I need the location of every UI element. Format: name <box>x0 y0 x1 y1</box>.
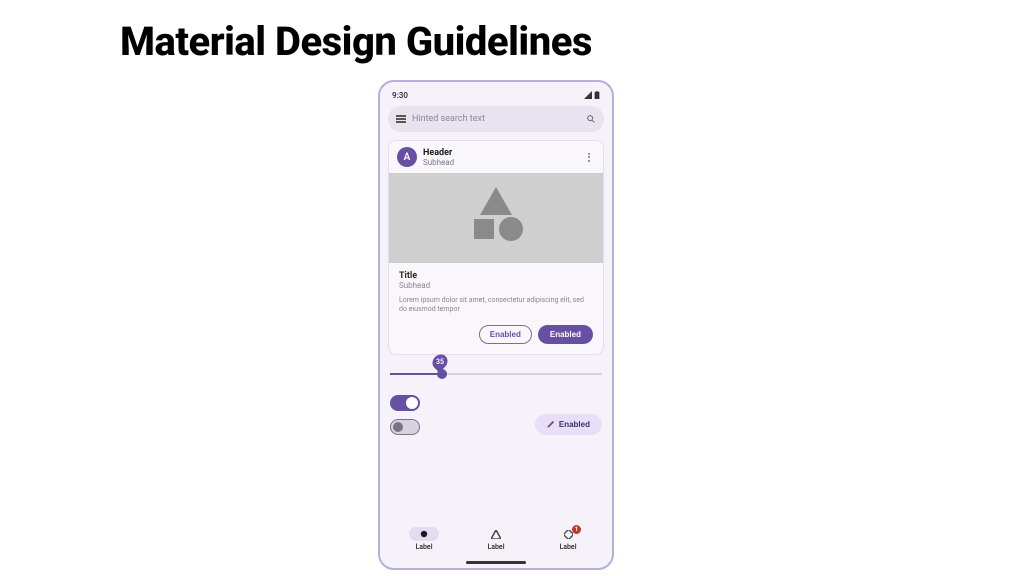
switch-group <box>390 395 420 435</box>
square-icon <box>474 219 494 239</box>
switch-on[interactable] <box>390 395 420 411</box>
card-description: Lorem ipsum dolor sit amet, consectetur … <box>399 296 593 315</box>
triangle-outline-icon <box>491 530 501 539</box>
nav-label: Label <box>487 543 504 551</box>
status-time: 9:30 <box>392 91 408 100</box>
slider-area: 35 <box>388 367 604 381</box>
switch-off[interactable] <box>390 419 420 435</box>
slider-thumb[interactable] <box>437 369 447 379</box>
more-vert-icon[interactable] <box>583 153 595 162</box>
circle-filled-icon <box>420 530 428 538</box>
page-title: Material Design Guidelines <box>120 18 592 65</box>
bottom-nav: Label Label 1 Label <box>388 519 604 559</box>
card-actions: Enabled Enabled <box>399 325 593 344</box>
card-header: A Header Subhead <box>389 141 603 173</box>
card-body: Title Subhead Lorem ipsum dolor sit amet… <box>389 263 603 354</box>
card-header-title: Header <box>423 148 577 158</box>
slider-fill <box>390 373 441 375</box>
nav-item-2[interactable]: Label <box>460 519 532 559</box>
menu-icon[interactable] <box>396 115 406 123</box>
nav-label: Label <box>415 543 432 551</box>
card-media <box>389 173 603 263</box>
nav-badge: 1 <box>572 525 581 534</box>
gesture-handle[interactable] <box>466 561 526 564</box>
tonal-button[interactable]: Enabled <box>535 414 602 435</box>
triangle-icon <box>480 187 512 215</box>
phone-frame: 9:30 Hinted search text A Header Subhead <box>378 80 614 570</box>
search-input[interactable]: Hinted search text <box>412 114 580 124</box>
circle-icon <box>499 217 523 241</box>
search-bar[interactable]: Hinted search text <box>388 106 604 132</box>
slider[interactable]: 35 <box>390 367 602 381</box>
card-subhead: Subhead <box>399 281 593 290</box>
card: A Header Subhead Title Subhead Lorem ips… <box>388 140 604 355</box>
square-outline-icon <box>564 530 573 539</box>
status-bar: 9:30 <box>388 88 604 102</box>
battery-icon <box>594 91 600 99</box>
card-header-subhead: Subhead <box>423 158 577 167</box>
nav-item-1[interactable]: Label <box>388 519 460 559</box>
status-icons <box>584 91 600 99</box>
search-icon[interactable] <box>586 114 596 124</box>
card-title: Title <box>399 271 593 281</box>
avatar[interactable]: A <box>397 147 417 167</box>
nav-item-3[interactable]: 1 Label <box>532 519 604 559</box>
edit-icon <box>547 420 555 428</box>
nav-label: Label <box>559 543 576 551</box>
outlined-button[interactable]: Enabled <box>479 325 532 344</box>
signal-icon <box>584 91 592 99</box>
filled-button[interactable]: Enabled <box>538 325 593 344</box>
